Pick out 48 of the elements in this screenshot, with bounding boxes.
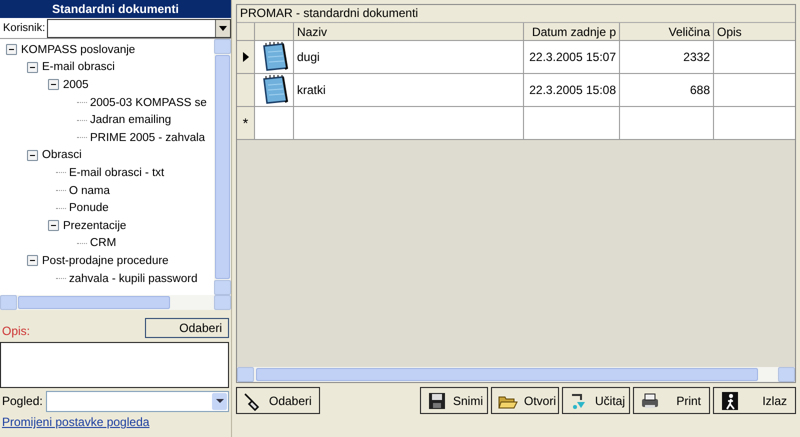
view-label: Pogled:	[1, 394, 44, 408]
tree-item[interactable]: 2005	[63, 78, 89, 91]
collapse-icon[interactable]	[6, 44, 17, 56]
select-button[interactable]: Odaberi	[236, 387, 320, 414]
collapse-icon[interactable]	[27, 255, 38, 266]
vertical-scrollbar[interactable]	[214, 39, 231, 295]
collapse-icon[interactable]	[27, 62, 38, 73]
tree-item[interactable]: Jadran emailing	[90, 114, 172, 126]
tree-item[interactable]: PRIME 2005 - zahvala	[90, 132, 206, 144]
select-button[interactable]: Odaberi	[145, 318, 229, 338]
exit-button[interactable]: Izlaz	[713, 387, 796, 414]
new-row-marker: *	[237, 107, 255, 140]
tree-item[interactable]: Prezentacije	[63, 220, 126, 232]
collapse-icon[interactable]	[27, 150, 38, 161]
tree-item[interactable]: zahvala - kupili password	[69, 272, 198, 285]
open-button[interactable]: Otvori	[491, 387, 559, 414]
user-dropdown[interactable]	[47, 18, 231, 38]
scroll-thumb[interactable]	[18, 296, 170, 309]
grid-caption: PROMAR - standardni dokumenti	[237, 5, 795, 23]
tree-item[interactable]: 2005-03 KOMPASS se	[90, 96, 207, 109]
horizontal-scrollbar[interactable]	[0, 295, 231, 310]
panel-title: Standardni dokumenti	[0, 0, 231, 18]
tree-item[interactable]: KOMPASS poslovanje	[21, 44, 136, 56]
description-field[interactable]	[0, 342, 229, 388]
tree-item[interactable]: O nama	[69, 184, 110, 197]
column-header[interactable]: Datum zadnje p	[524, 23, 620, 41]
load-button[interactable]: Učitaj	[562, 387, 630, 414]
tree-item[interactable]: E-mail obrasci	[42, 61, 115, 74]
description-label: Opis:	[1, 324, 30, 338]
exit-door-icon	[720, 390, 740, 410]
tree-item[interactable]: CRM	[90, 237, 116, 250]
column-header[interactable]: Veličina	[620, 23, 714, 41]
tree-item[interactable]: E-mail obrasci - txt	[69, 166, 164, 179]
collapse-icon[interactable]	[48, 220, 59, 232]
printer-icon	[640, 390, 660, 410]
current-row-icon	[242, 52, 248, 62]
tree-item[interactable]: Ponude	[69, 202, 109, 214]
horizontal-scrollbar[interactable]	[237, 367, 795, 382]
tree-item[interactable]: Post-prodajne procedure	[42, 254, 169, 267]
tree-item[interactable]: Obrasci	[42, 149, 82, 162]
scroll-thumb[interactable]	[215, 55, 230, 279]
collapse-icon[interactable]	[48, 79, 59, 90]
scroll-thumb[interactable]	[256, 368, 758, 381]
user-label: Korisnik:	[2, 22, 46, 34]
print-button[interactable]: Print	[633, 387, 710, 414]
view-settings-link[interactable]: Promijeni postavke pogleda	[0, 415, 150, 429]
save-button[interactable]: Snimi	[420, 387, 488, 414]
column-header[interactable]: Naziv	[294, 23, 524, 41]
